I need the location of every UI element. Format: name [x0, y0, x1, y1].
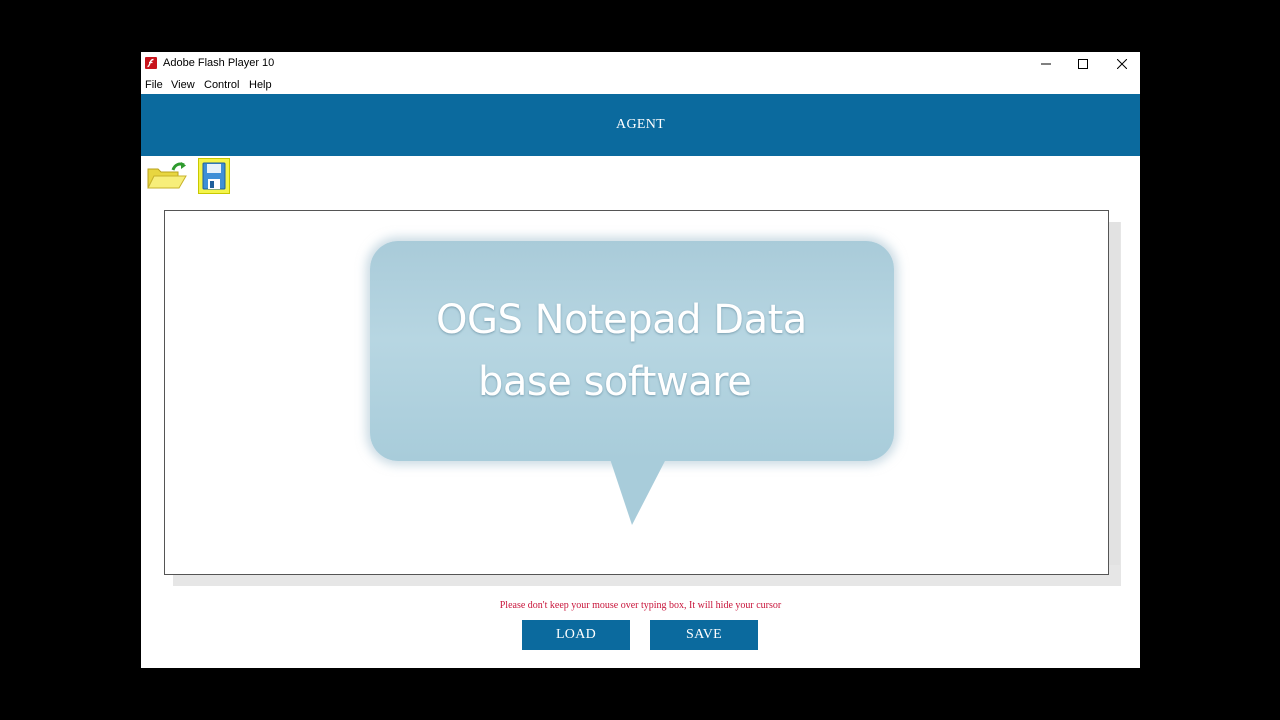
- bubble-text: OGS Notepad Data base software: [430, 289, 850, 413]
- title-bar: Adobe Flash Player 10: [141, 52, 1140, 76]
- minimize-icon: [1041, 63, 1051, 65]
- menu-file[interactable]: File: [145, 79, 163, 91]
- save-button[interactable]: SAVE: [650, 620, 758, 650]
- open-folder-icon[interactable]: [146, 161, 188, 191]
- menu-bar: File View Control Help: [141, 76, 1140, 94]
- speech-bubble-tail: [610, 459, 666, 525]
- hint-text: Please don't keep your mouse over typing…: [499, 600, 782, 611]
- menu-view[interactable]: View: [171, 79, 195, 91]
- header-band: AGENT: [141, 94, 1140, 156]
- floppy-disk-icon[interactable]: [198, 158, 230, 194]
- header-title: AGENT: [616, 117, 665, 132]
- close-button[interactable]: [1103, 52, 1141, 76]
- speech-bubble: OGS Notepad Data base software: [370, 241, 910, 531]
- window-title: Adobe Flash Player 10: [163, 57, 275, 69]
- maximize-icon: [1078, 59, 1088, 69]
- minimize-button[interactable]: [1027, 52, 1065, 76]
- menu-help[interactable]: Help: [249, 79, 272, 91]
- vertical-scrollbar[interactable]: [1108, 222, 1120, 565]
- bubble-text-line-2: base software: [478, 359, 752, 405]
- load-button[interactable]: LOAD: [522, 620, 630, 650]
- close-icon: [1117, 59, 1127, 69]
- typing-box[interactable]: OGS Notepad Data base software: [164, 210, 1109, 575]
- flash-player-window: Adobe Flash Player 10 File View Control …: [141, 52, 1140, 668]
- bubble-text-line-1: OGS Notepad Data: [436, 297, 807, 343]
- flash-player-icon: [145, 57, 157, 69]
- maximize-button[interactable]: [1064, 52, 1102, 76]
- menu-control[interactable]: Control: [204, 79, 239, 91]
